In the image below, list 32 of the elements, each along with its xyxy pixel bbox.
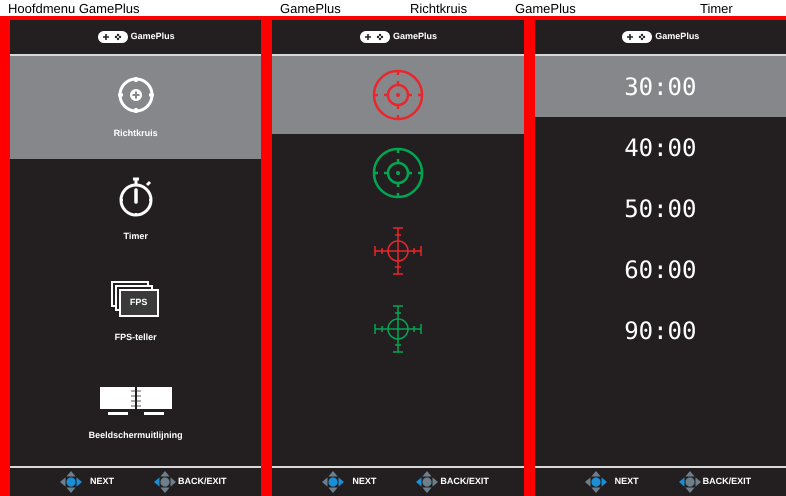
caption-text: Richtkruis (409, 2, 468, 14)
back-exit-label: BACK/EXIT (178, 475, 227, 488)
crosshair-icon (116, 74, 156, 114)
gamepad-icon (358, 30, 391, 44)
dpad-icon (416, 471, 438, 493)
caption-text: Hoofdmenu GamePlus (7, 2, 141, 14)
next-label: NEXT (352, 475, 376, 488)
dpad-icon (584, 471, 607, 493)
dpad-icon (678, 471, 701, 493)
panel-title: GamePlus (655, 30, 700, 44)
back-exit-label: BACK/EXIT (440, 475, 489, 488)
gamepad-icon (621, 30, 654, 44)
menu-label: Richtkruis (114, 126, 158, 140)
fps-badge: FPS (118, 288, 159, 316)
gamepad-icon (96, 30, 129, 44)
next-label: NEXT (614, 475, 639, 488)
dpad-icon (154, 471, 176, 493)
menu-label: Beeldschermuitlijning (88, 429, 183, 442)
menu-label: FPS-teller (114, 330, 157, 344)
caption-text: GamePlus (279, 2, 342, 14)
caption-text: Timer (699, 2, 734, 14)
next-label: NEXT (90, 475, 114, 488)
timer-option[interactable]: 30:00 (534, 56, 786, 117)
menu-item[interactable]: Richtkruis (10, 56, 262, 158)
back-exit-label: BACK/EXIT (702, 475, 752, 488)
panel-title: GamePlus (130, 30, 175, 44)
dpad-icon (322, 471, 344, 493)
menu-label: Timer (123, 230, 148, 243)
caption-text: GamePlus (514, 2, 577, 14)
monitors-icon (100, 387, 172, 417)
panel-title: GamePlus (392, 30, 437, 44)
dpad-icon (60, 471, 82, 493)
